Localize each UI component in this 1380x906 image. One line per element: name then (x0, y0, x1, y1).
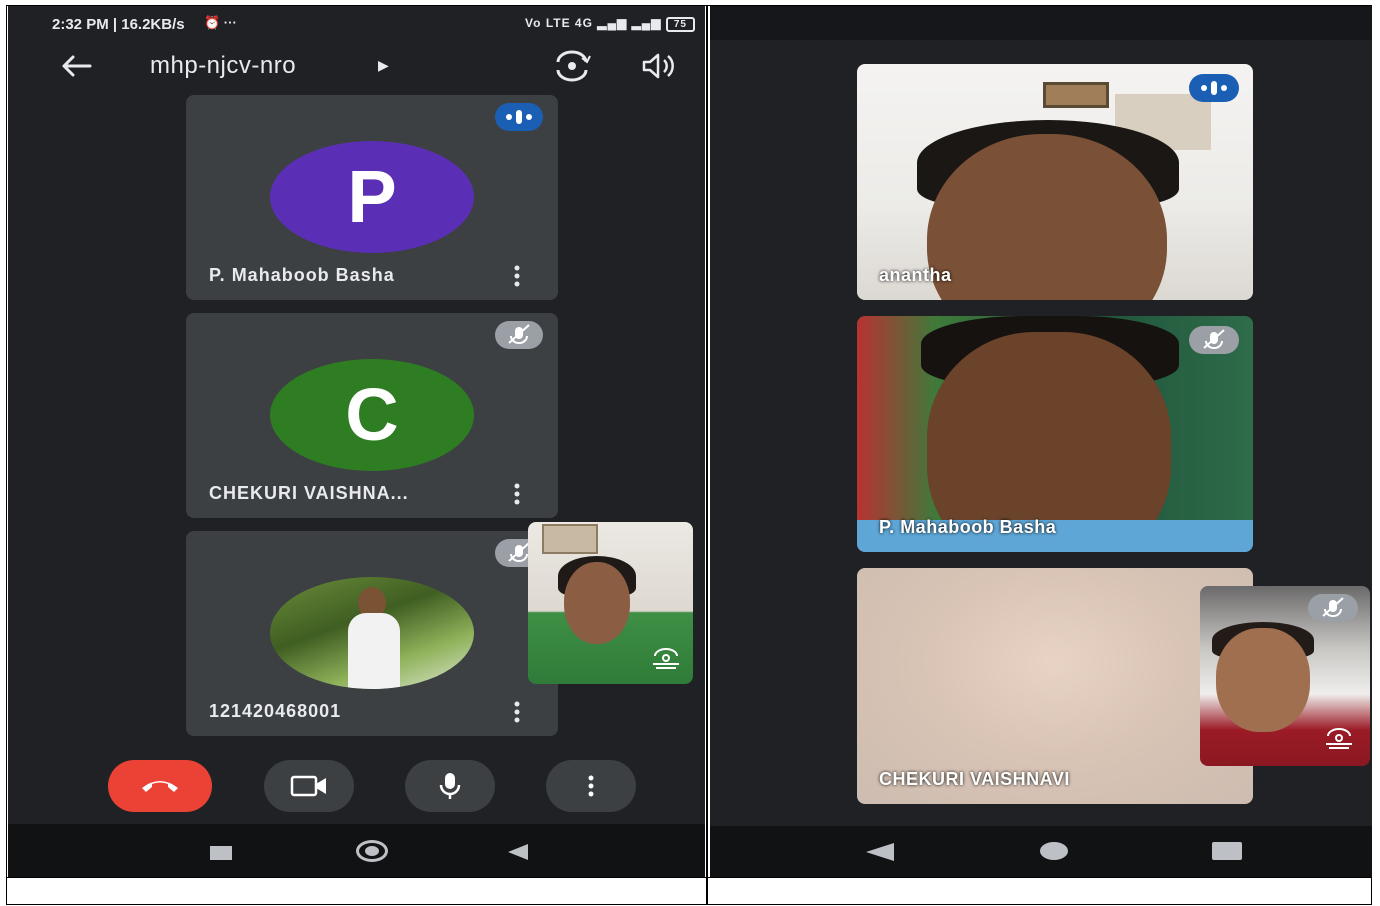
status-bar (710, 6, 1372, 40)
back-button[interactable] (56, 48, 96, 84)
participant-name: CHEKURI VAISHNAVI (879, 769, 1070, 789)
end-call-icon (142, 781, 178, 792)
camera-switch-icon (556, 50, 591, 82)
muted-indicator (1189, 326, 1239, 354)
speaker-button[interactable] (638, 48, 682, 84)
participant-photo-avatar (270, 577, 474, 689)
call-controls (8, 746, 705, 816)
camera-switch-icon (653, 648, 679, 669)
camera-switch-icon (1326, 728, 1352, 749)
participant-more-button[interactable] (510, 701, 524, 723)
mic-off-icon (508, 324, 530, 344)
caret-right-icon[interactable]: ▶ (378, 57, 389, 74)
back-nav-button[interactable] (866, 843, 894, 861)
participant-name: P. Mahaboob Basha (209, 265, 395, 285)
self-view-camera-switch-button[interactable] (1322, 726, 1356, 752)
system-nav-bar (710, 826, 1372, 877)
participant-name: P. Mahaboob Basha (879, 517, 1057, 537)
audio-wave-icon (1201, 81, 1227, 95)
participant-name: anantha (879, 265, 952, 285)
more-icon (588, 775, 594, 797)
video-tile[interactable]: P. Mahaboob Basha (857, 316, 1253, 552)
left-phone-screen: 2:32 PM | 16.2KB/s ⏰ ··· Vo LTE 4G ▂▄▆ ▂… (8, 6, 705, 877)
participant-tile[interactable]: P P. Mahaboob Basha (186, 95, 558, 300)
video-tile[interactable]: anantha (857, 64, 1253, 300)
video-camera-icon (290, 775, 326, 797)
panel-divider (706, 5, 708, 905)
mic-off-icon (1203, 329, 1225, 349)
right-phone-screen: anantha P. Mahaboob Basha CHEKURI VAISHN… (710, 6, 1372, 877)
recents-nav-button[interactable] (1212, 842, 1242, 860)
meeting-code[interactable]: mhp-njcv-nro (150, 52, 296, 80)
switch-camera-button[interactable] (550, 48, 594, 84)
speaking-indicator (1189, 74, 1239, 102)
more-vert-icon (514, 701, 520, 723)
microphone-icon (439, 773, 461, 799)
participant-name: 121420468001 (209, 701, 342, 721)
alarm-icon: ⏰ ··· (204, 15, 237, 30)
home-nav-button[interactable] (1040, 842, 1068, 860)
microphone-toggle-button[interactable] (405, 760, 495, 812)
more-vert-icon (514, 265, 520, 287)
participant-name: CHEKURI VAISHNA... (209, 483, 409, 503)
self-view-camera-switch-button[interactable] (649, 646, 683, 672)
status-bar: 2:32 PM | 16.2KB/s ⏰ ··· Vo LTE 4G ▂▄▆ ▂… (8, 6, 705, 42)
self-view-video[interactable] (528, 522, 693, 684)
participant-tile[interactable]: C CHEKURI VAISHNA... (186, 313, 558, 518)
participant-more-button[interactable] (510, 265, 524, 287)
mic-off-icon (1322, 597, 1344, 617)
muted-indicator (1308, 594, 1358, 622)
speaker-icon (642, 53, 674, 79)
arrow-left-icon (62, 55, 92, 77)
signal-indicator: Vo LTE 4G ▂▄▆ ▂▄▆ 75 (525, 16, 695, 32)
muted-indicator (495, 321, 543, 349)
speaking-indicator (495, 103, 543, 131)
participant-avatar: C (270, 359, 474, 471)
self-view-video[interactable] (1200, 586, 1370, 766)
home-nav-button[interactable] (356, 840, 388, 862)
status-time: 2:32 PM | 16.2KB/s (52, 16, 185, 33)
more-options-button[interactable] (546, 760, 636, 812)
camera-toggle-button[interactable] (264, 760, 354, 812)
system-nav-bar (8, 824, 705, 877)
battery-icon: 75 (665, 17, 695, 32)
back-nav-button[interactable] (508, 844, 528, 860)
participant-tile[interactable]: 121420468001 (186, 531, 558, 736)
participant-avatar: P (270, 141, 474, 253)
bottom-border (6, 877, 1372, 878)
recents-nav-button[interactable] (210, 846, 232, 860)
meeting-app-bar: mhp-njcv-nro ▶ (8, 42, 705, 90)
audio-wave-icon (506, 110, 532, 124)
participant-more-button[interactable] (510, 483, 524, 505)
end-call-button[interactable] (108, 760, 212, 812)
more-vert-icon (514, 483, 520, 505)
video-tile[interactable]: CHEKURI VAISHNAVI (857, 568, 1253, 804)
